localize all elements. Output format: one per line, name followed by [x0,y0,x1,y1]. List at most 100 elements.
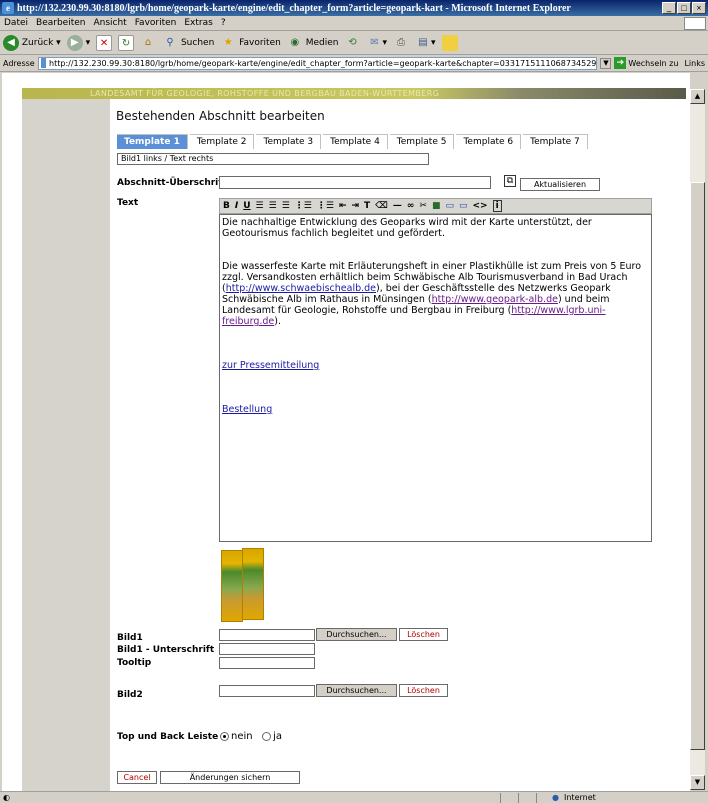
close-button[interactable]: × [692,2,706,14]
editor-paragraph-2: Die wasserfeste Karte mit Erläuterungshe… [222,261,642,327]
address-input[interactable]: http://132.230.99.30:8180/lgrb/home/geop… [37,56,598,70]
text-label: Text [117,198,139,208]
bild1-caption-input[interactable] [219,643,315,655]
link-schwaebischealb[interactable]: http://www.schwaebischealb.de [226,283,376,294]
scroll-down-button[interactable]: ▼ [690,775,705,790]
save-button[interactable]: Änderungen sichern [160,771,300,784]
flyer-image [242,548,264,620]
tab-template-6[interactable]: Template 6 [456,134,522,149]
home-button[interactable]: ⌂ [140,35,156,51]
mail-button[interactable]: ✉ ▾ [366,35,387,51]
table-icon[interactable]: ▭ [445,201,454,211]
cancel-button[interactable]: Cancel [117,771,157,784]
header-banner: LANDESAMT FÜR GEOLOGIE, ROHSTOFFE UND BE… [22,88,686,99]
bild1-file-input[interactable] [219,629,315,641]
scroll-thumb[interactable] [690,182,705,750]
history-button[interactable]: ⟲ [344,35,360,51]
tab-template-7[interactable]: Template 7 [523,134,588,149]
folder-button[interactable] [441,34,458,51]
tab-template-3[interactable]: Template 3 [256,134,322,149]
edit-button[interactable]: ▤ ▾ [415,35,435,51]
underline-icon[interactable]: U [243,201,250,211]
minimize-button[interactable]: _ [662,2,676,14]
stop-button[interactable]: ✕ [96,34,113,51]
image-icon[interactable]: ■ [432,201,441,211]
address-label: Adresse [3,58,35,68]
mail-icon: ✉ [370,36,379,48]
menu-bar: Datei Bearbeiten Ansicht Favoriten Extra… [0,16,708,31]
update-button[interactable]: Aktualisieren [520,178,600,191]
maximize-button[interactable]: □ [677,2,691,14]
heading-input[interactable] [219,176,491,189]
link-bestellung[interactable]: Bestellung [222,404,272,415]
text-editor[interactable]: Die nachhaltige Entwicklung des Geoparks… [219,214,652,542]
link-icon[interactable]: ∞ [407,201,415,211]
scroll-up-button[interactable]: ▲ [690,89,705,104]
clean-icon[interactable]: ⌫ [375,201,388,211]
heading-label: Abschnitt-Überschrift [117,178,227,188]
zone-label: Internet [564,793,596,802]
refresh-icon: ↻ [118,34,135,51]
bild2-browse-button[interactable]: Durchsuchen... [316,684,397,697]
title-bar: e http://132.230.99.30:8180/lgrb/home/ge… [0,0,708,16]
search-button[interactable]: ⚲ Suchen [162,35,214,51]
menu-favoriten[interactable]: Favoriten [131,18,181,28]
menu-extras[interactable]: Extras [180,18,216,28]
bild1-browse-button[interactable]: Durchsuchen... [316,628,397,641]
source-icon[interactable]: <> [473,201,488,211]
menu-datei[interactable]: Datei [0,18,32,28]
italic-icon[interactable]: I [235,201,238,211]
template-description: Bild1 links / Text rechts [117,153,429,165]
address-dropdown[interactable]: ▼ [600,57,612,69]
format-icon[interactable]: T [364,201,370,211]
tab-template-1[interactable]: Template 1 [117,134,188,149]
favorites-button[interactable]: ★ Favoriten [220,35,281,51]
bild1-thumbnail [221,548,265,622]
go-button[interactable]: Wechseln zu [628,59,678,68]
outdent-icon[interactable]: ⇤ [339,201,347,211]
tab-template-5[interactable]: Template 5 [389,134,455,149]
print-button[interactable]: ⎙ [393,35,409,51]
ordered-list-icon[interactable]: ⋮☰ [295,201,312,211]
link-geopark-alb[interactable]: http://www.geopark-alb.de [432,294,558,305]
align-center-icon[interactable]: ☰ [269,201,277,211]
radio-ja[interactable] [262,731,272,741]
tab-template-2[interactable]: Template 2 [189,134,255,149]
unordered-list-icon[interactable]: ⋮☰ [317,201,334,211]
page-icon [40,58,47,68]
page-status-icon: ◐ [3,793,10,802]
media-button[interactable]: ◉ Medien [287,35,338,51]
ie-icon: e [2,2,14,14]
unlink-icon[interactable]: ✂ [419,201,427,211]
anchor-icon[interactable]: ▭ [459,201,468,211]
address-bar: Adresse http://132.230.99.30:8180/lgrb/h… [0,55,708,72]
tab-template-4[interactable]: Template 4 [323,134,388,149]
bild2-delete-button[interactable]: Löschen [399,684,448,697]
bild1-delete-button[interactable]: Löschen [399,628,448,641]
radio-nein[interactable] [220,731,229,741]
tooltip-input[interactable] [219,657,315,669]
links-button[interactable]: Links [684,59,705,68]
vertical-scrollbar[interactable]: ▲ ▼ [690,89,705,790]
hr-icon[interactable]: — [393,201,402,211]
bold-icon[interactable]: B [223,201,230,211]
folder-icon [441,34,458,51]
menu-help[interactable]: ? [217,18,230,28]
link-pressemitteilung[interactable]: zur Pressemitteilung [222,360,319,371]
back-button[interactable]: ◀ Zurück ▾ [3,34,61,51]
forward-button[interactable]: ▶ ▾ [66,34,90,51]
menu-bearbeiten[interactable]: Bearbeiten [32,18,89,28]
align-right-icon[interactable]: ☰ [282,201,290,211]
refresh-button[interactable]: ↻ [118,34,135,51]
star-icon: ★ [223,36,233,48]
go-arrow-icon[interactable]: ➔ [614,57,627,69]
status-bar: ◐ ● Internet [0,791,708,803]
indent-icon[interactable]: ⇥ [351,201,359,211]
editor-paragraph-1: Die nachhaltige Entwicklung des Geoparks… [222,217,592,239]
align-left-icon[interactable]: ☰ [256,201,264,211]
bild2-file-input[interactable] [219,685,315,697]
menu-ansicht[interactable]: Ansicht [89,18,130,28]
info-icon[interactable]: i [492,200,502,212]
media-icon: ◉ [290,36,300,48]
special-char-icon[interactable]: ⧉ [504,175,516,187]
